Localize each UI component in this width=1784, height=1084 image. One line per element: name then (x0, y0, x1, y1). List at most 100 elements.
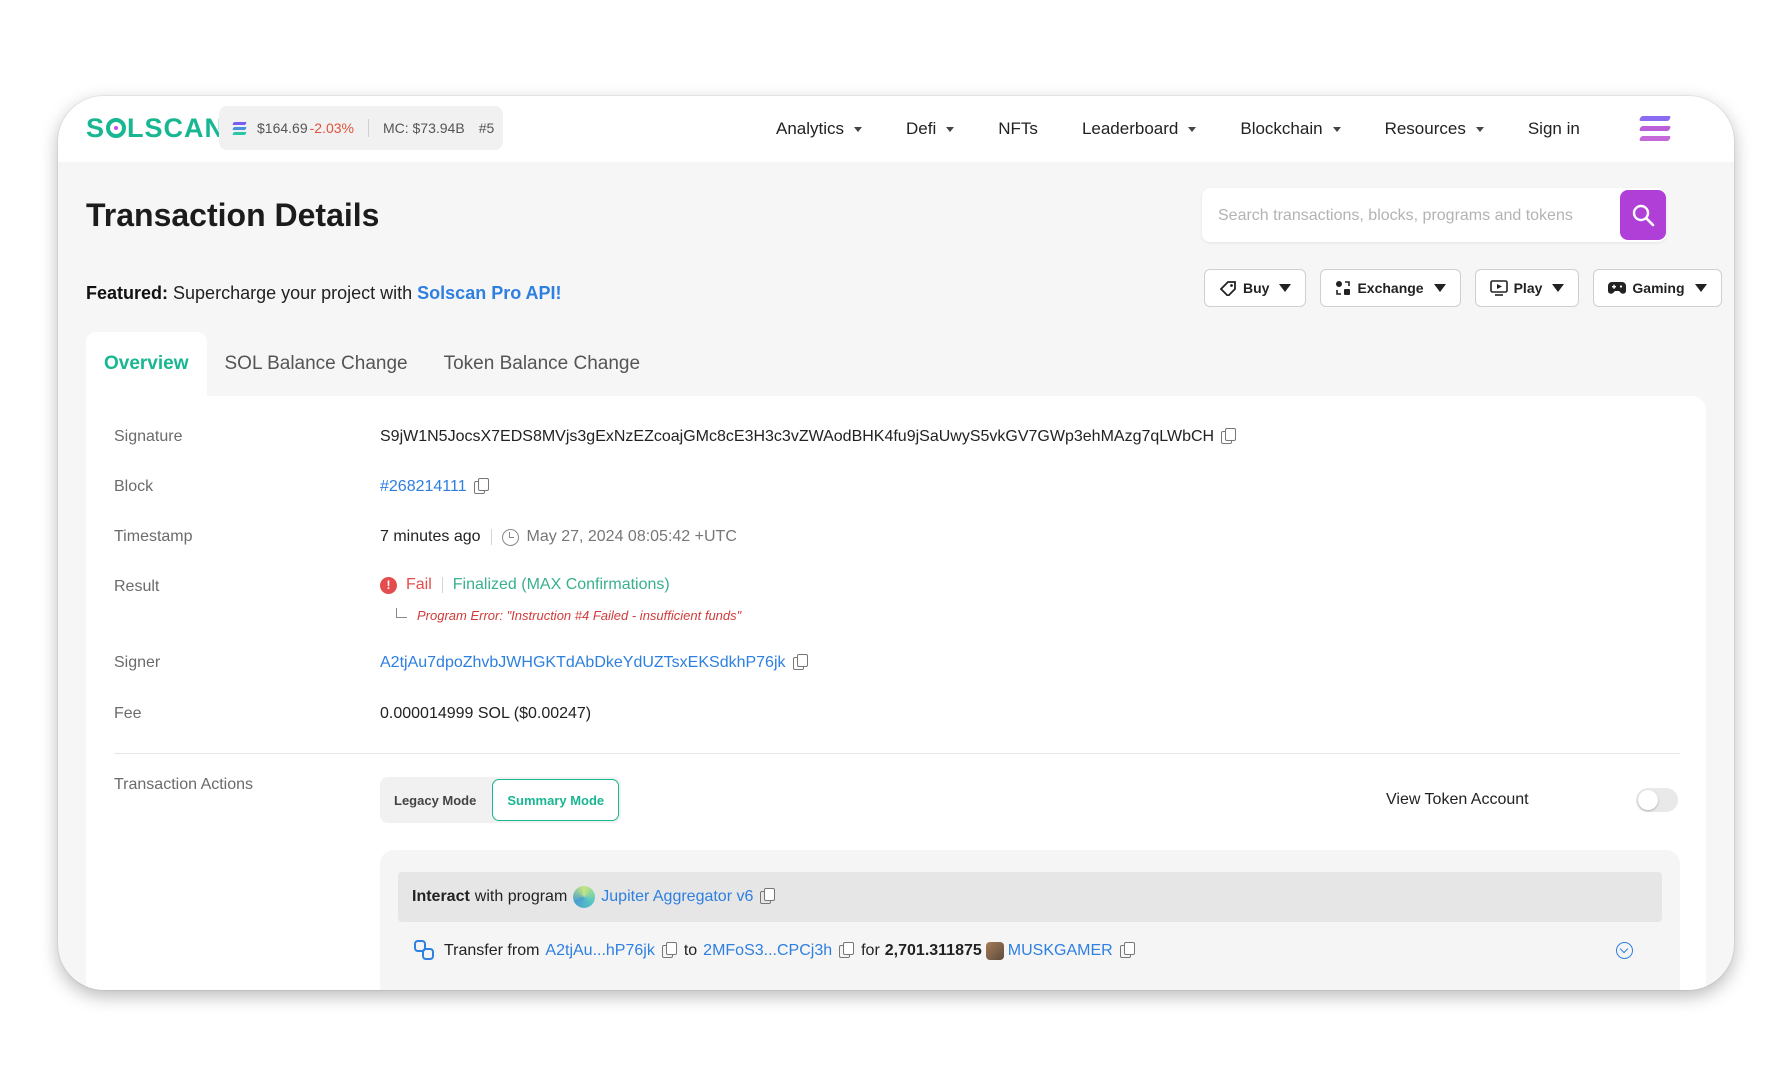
sol-change: -2.03% (309, 120, 354, 136)
signature-label: Signature (114, 428, 183, 445)
solana-menu-icon[interactable] (1638, 116, 1672, 142)
block-row: #268214111 (380, 478, 490, 496)
nav-sign-in[interactable]: Sign in (1528, 119, 1580, 139)
chevron-down-icon (1332, 126, 1341, 132)
view-token-account-label: View Token Account (1386, 791, 1529, 808)
transfer-icon (414, 940, 436, 962)
solana-icon (232, 121, 247, 135)
alert-icon: ! (380, 576, 397, 594)
nav-label: Resources (1384, 119, 1466, 138)
solscan-pro-api-link[interactable]: Solscan Pro API! (417, 283, 561, 303)
caret-down-icon (1433, 284, 1446, 292)
section-divider (114, 753, 1680, 754)
play-button[interactable]: Play (1474, 269, 1580, 307)
featured-text: Supercharge your project with (173, 283, 413, 303)
sol-rank: #5 (478, 120, 495, 136)
search-input[interactable] (1216, 188, 1610, 244)
tab-token-balance-change[interactable]: Token Balance Change (426, 332, 658, 396)
program-error-text: Program Error: "Instruction #4 Failed - … (417, 608, 742, 623)
copy-icon[interactable] (839, 942, 855, 960)
exchange-icon (1336, 281, 1351, 295)
nav-nfts[interactable]: NFTs (998, 119, 1038, 139)
interact-row: Interact with program Jupiter Aggregator… (398, 872, 1662, 922)
actions-panel: Interact with program Jupiter Aggregator… (380, 850, 1680, 990)
gaming-label: Gaming (1632, 280, 1685, 296)
timestamp-label: Timestamp (114, 528, 193, 545)
tag-icon (1219, 281, 1236, 296)
transfer-text: Transfer from (444, 942, 540, 959)
nav-resources[interactable]: Resources (1385, 119, 1484, 139)
gaming-button[interactable]: Gaming (1593, 269, 1722, 307)
search-icon (1632, 204, 1655, 227)
nav-blockchain[interactable]: Blockchain (1240, 119, 1341, 139)
nav-leaderboard[interactable]: Leaderboard (1081, 119, 1197, 139)
timestamp-row: 7 minutes ago May 27, 2024 08:05:42 +UTC (380, 528, 737, 546)
nav-label: Sign in (1527, 119, 1580, 138)
from-address-link[interactable]: A2tjAu...hP76jk (545, 942, 654, 960)
nav-label: NFTs (998, 119, 1038, 138)
to-address-link[interactable]: 2MFoS3...CPCj3h (703, 942, 832, 960)
block-label: Block (114, 478, 154, 495)
interact-text: with program (474, 888, 568, 905)
caret-down-icon (1279, 284, 1292, 292)
detail-tabs: Overview SOL Balance Change Token Balanc… (86, 332, 658, 396)
gamepad-icon (1608, 282, 1627, 294)
return-arrow-icon (396, 607, 407, 618)
nav-label: Blockchain (1240, 119, 1323, 138)
view-token-account-toggle[interactable] (1636, 788, 1678, 812)
signer-label: Signer (114, 654, 161, 671)
program-link[interactable]: Jupiter Aggregator v6 (601, 888, 753, 906)
copy-icon[interactable] (1119, 942, 1136, 960)
nav-defi[interactable]: Defi (906, 119, 955, 139)
tab-overview[interactable]: Overview (86, 332, 207, 396)
nav-analytics[interactable]: Analytics (776, 119, 863, 139)
nav-label: Defi (906, 119, 937, 138)
signature-value[interactable]: S9jW1N5JocsX7EDS8MVjs3gExNzEZcoajGMc8cE3… (380, 428, 1214, 446)
page-title: Transaction Details (86, 197, 380, 233)
nav-label: Analytics (776, 119, 845, 138)
result-row: ! Fail Finalized (MAX Confirmations) (380, 576, 670, 594)
to-text: to (683, 942, 698, 959)
jupiter-logo-icon (573, 886, 596, 908)
overview-card: Signature S9jW1N5JocsX7EDS8MVjs3gExNzEZc… (86, 396, 1706, 990)
nav-label: Leaderboard (1081, 119, 1179, 138)
featured-banner: Featured: Supercharge your project with … (86, 283, 562, 304)
exchange-button[interactable]: Exchange (1320, 269, 1461, 307)
copy-icon[interactable] (760, 888, 776, 906)
featured-prefix: Featured: (86, 283, 169, 303)
caret-down-icon (1552, 284, 1565, 292)
divider (441, 577, 443, 593)
solscan-logo[interactable]: S LSCAN (86, 113, 225, 144)
transfer-amount: 2,701.311875 (884, 942, 982, 959)
expand-icon[interactable] (1616, 942, 1633, 959)
action-buttons: Buy Exchange Play Gaming (1204, 269, 1734, 307)
buy-label: Buy (1243, 280, 1270, 296)
result-finality: Finalized (MAX Confirmations) (452, 576, 670, 593)
search-bar (1202, 188, 1666, 244)
chevron-down-icon (946, 126, 955, 132)
chevron-down-icon (1475, 126, 1484, 132)
copy-icon[interactable] (473, 478, 490, 496)
block-link[interactable]: #268214111 (380, 478, 467, 496)
legacy-mode-button[interactable]: Legacy Mode (380, 779, 490, 821)
timestamp-absolute: May 27, 2024 08:05:42 +UTC (526, 528, 737, 545)
chevron-down-icon (1188, 126, 1197, 132)
search-button[interactable] (1620, 190, 1666, 240)
mode-switch: Legacy Mode Summary Mode (380, 777, 622, 823)
browser-frame: S LSCAN $164.69 -2.03% MC: $73.94B #5 Ana… (58, 96, 1734, 990)
token-link[interactable]: MUSKGAMER (1008, 942, 1113, 960)
summary-mode-button[interactable]: Summary Mode (492, 779, 620, 821)
sol-price-pill: $164.69 -2.03% MC: $73.94B #5 (219, 106, 503, 150)
signer-link[interactable]: A2tjAu7dpoZhvbJWHGKTdAbDkeYdUZTsxEKSdkhP… (380, 654, 786, 672)
sol-price: $164.69 (257, 120, 308, 136)
copy-icon[interactable] (661, 942, 678, 960)
signature-row: S9jW1N5JocsX7EDS8MVjs3gExNzEZcoajGMc8cE3… (380, 428, 1237, 446)
buy-button[interactable]: Buy (1204, 269, 1307, 307)
copy-icon[interactable] (1221, 428, 1237, 446)
copy-icon[interactable] (792, 654, 809, 672)
play-screen-icon (1489, 280, 1508, 296)
interact-bold: Interact (412, 888, 470, 905)
divider (367, 119, 369, 137)
chevron-down-icon (854, 126, 863, 132)
tab-sol-balance-change[interactable]: SOL Balance Change (207, 332, 426, 396)
